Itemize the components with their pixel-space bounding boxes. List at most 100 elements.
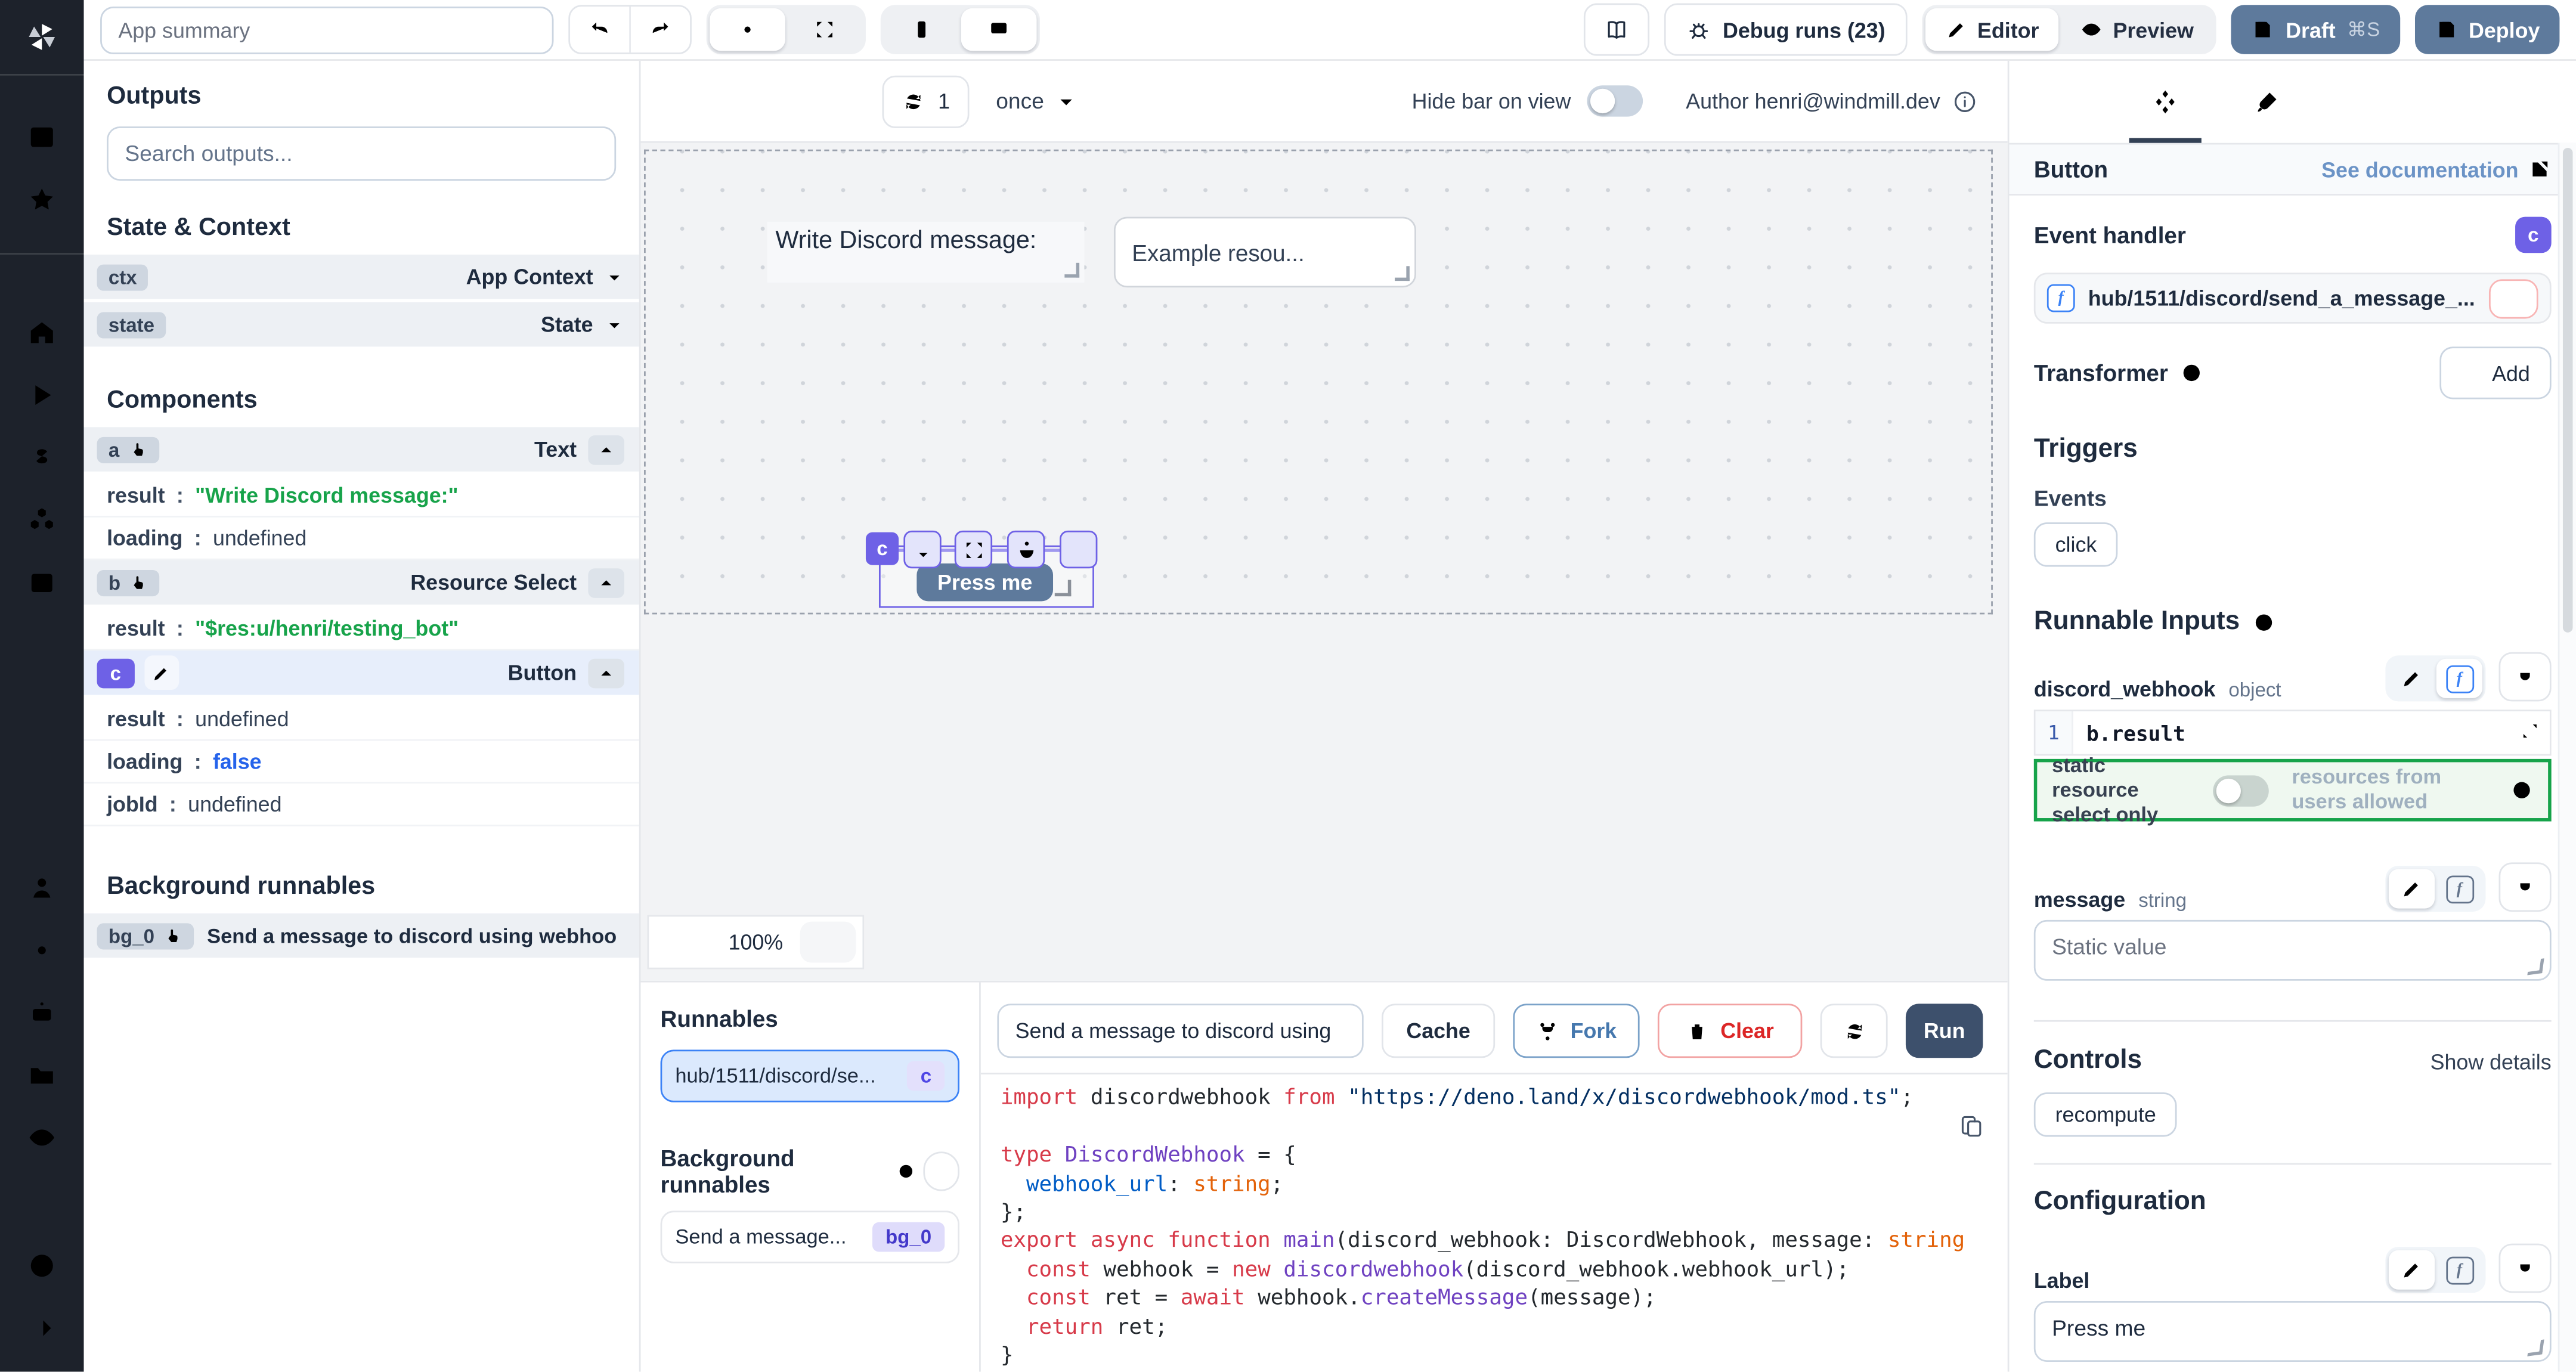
mobile-icon[interactable] [884, 8, 959, 51]
fullscreen-expand-icon[interactable] [955, 531, 992, 568]
app-summary-input[interactable] [100, 6, 553, 54]
deploy-button[interactable]: Deploy [2414, 5, 2559, 54]
component-prop-row: jobId:undefined [84, 783, 639, 826]
label-value-input[interactable]: Press me [2034, 1301, 2552, 1362]
connect-plug-icon[interactable] [2499, 1244, 2552, 1293]
clear-x-icon[interactable] [1375, 241, 1398, 264]
bounded-view-icon[interactable] [710, 8, 785, 51]
refresh-count-button[interactable]: 1 [882, 75, 970, 127]
app-canvas[interactable]: Write Discord message: Example resou... … [640, 143, 2007, 981]
tab-insert-component[interactable] [2030, 61, 2096, 143]
resource-select-component[interactable]: Example resou... [1114, 217, 1416, 287]
zoom-out-button[interactable] [649, 917, 711, 968]
users-icon[interactable] [0, 856, 84, 918]
script-name-input[interactable] [997, 1004, 1363, 1058]
tab-preview[interactable]: Preview [2060, 8, 2213, 51]
info-icon[interactable] [1952, 88, 1978, 114]
add-transformer-button[interactable]: Add [2439, 346, 2552, 399]
state-context-row[interactable]: ctxApp Context [84, 255, 639, 299]
folders-icon[interactable] [0, 1043, 84, 1105]
hide-bar-toggle[interactable] [1587, 85, 1643, 116]
background-runnable-item[interactable]: Send a message... bg_0 [661, 1211, 959, 1263]
search-outputs-input[interactable] [107, 126, 616, 181]
help-icon[interactable] [0, 1234, 84, 1297]
fork-button[interactable]: Fork [1513, 1004, 1639, 1058]
draft-button[interactable]: Draft⌘S [2231, 5, 2399, 54]
expand-editor-icon[interactable] [2520, 720, 2540, 745]
static-pencil-icon[interactable] [2389, 659, 2435, 698]
event-handler-runnable[interactable]: f hub/1511/discord/send_a_message_... [2034, 272, 2552, 323]
resources-cubes-icon[interactable] [0, 488, 84, 550]
undo-redo-group [568, 5, 692, 54]
component-row-b[interactable]: b Resource Select [84, 560, 639, 604]
debug-runs-button[interactable]: Debug runs (23) [1664, 4, 1907, 56]
collapse-chevron-icon[interactable] [588, 435, 624, 464]
fullscreen-icon[interactable] [787, 8, 863, 51]
info-icon[interactable] [2253, 611, 2276, 634]
code-editor[interactable]: import discordwebhook from "https://deno… [981, 1073, 2008, 1372]
connect-plug-icon[interactable] [2499, 862, 2552, 912]
resize-handle-icon[interactable] [1055, 580, 1072, 597]
component-row-c[interactable]: cButton [84, 651, 639, 695]
move-icon[interactable] [1060, 531, 1097, 568]
add-background-runnable-button[interactable] [923, 1152, 959, 1191]
schedules-calendar-icon[interactable] [0, 550, 84, 613]
show-details-link[interactable]: Show details [2431, 1049, 2552, 1073]
component-row-a[interactable]: a Text [84, 427, 639, 471]
variables-dollar-icon[interactable] [0, 426, 84, 488]
text-component[interactable]: Write Discord message: [767, 222, 1085, 283]
zoom-in-button[interactable] [800, 922, 856, 963]
tab-styling[interactable] [2234, 61, 2300, 143]
resize-handle-icon[interactable] [1064, 263, 1079, 278]
background-runnable-row[interactable]: bg_0 Send a message to discord using web… [84, 913, 639, 958]
docs-book-button[interactable] [1583, 4, 1649, 56]
redo-button[interactable] [629, 7, 690, 52]
home-icon[interactable] [0, 301, 84, 363]
collapse-chevron-icon[interactable] [588, 568, 624, 597]
pencil-icon[interactable] [144, 655, 179, 690]
expand-down-icon[interactable] [903, 531, 941, 568]
info-icon[interactable] [2179, 361, 2203, 385]
static-pencil-icon[interactable] [2389, 869, 2435, 908]
cache-button[interactable]: Cache [1382, 1004, 1495, 1058]
static-resource-toggle[interactable] [2213, 775, 2269, 806]
favorites-star-icon[interactable] [0, 168, 84, 230]
event-chip-click[interactable]: click [2034, 522, 2118, 566]
settings-gear-icon[interactable] [0, 918, 84, 981]
windmill-logo[interactable] [26, 0, 57, 74]
runnable-item-selected[interactable]: hub/1511/discord/se... c [661, 1050, 959, 1102]
more-menu-kebab-icon[interactable] [1538, 15, 1568, 45]
expand-sidebar-arrow-icon[interactable] [0, 1297, 84, 1359]
eval-function-icon[interactable]: f [2436, 659, 2482, 698]
undo-button[interactable] [570, 7, 629, 52]
static-pencil-icon[interactable] [2389, 1250, 2435, 1290]
tab-component-settings[interactable] [2132, 61, 2198, 143]
message-static-value-input[interactable] [2034, 920, 2552, 981]
tab-editor[interactable]: Editor [1925, 8, 2059, 51]
runs-play-icon[interactable] [0, 363, 84, 426]
connect-plug-icon[interactable] [2499, 652, 2552, 702]
scrollbar[interactable] [2558, 143, 2576, 1372]
info-icon[interactable] [2510, 779, 2534, 802]
workspace-icon[interactable] [0, 105, 84, 168]
copy-code-icon[interactable] [1958, 1114, 1984, 1141]
desktop-icon[interactable] [961, 8, 1037, 51]
collapse-chevron-icon[interactable] [588, 658, 624, 687]
button-component[interactable]: Press me [917, 563, 1053, 601]
eval-function-icon[interactable]: f [2436, 1250, 2482, 1290]
eval-function-icon[interactable]: f [2436, 869, 2482, 908]
expression-editor[interactable]: 1 b.result [2034, 710, 2552, 755]
see-documentation-link[interactable]: See documentation [2321, 157, 2551, 181]
audit-logs-eye-icon[interactable] [0, 1105, 84, 1168]
clear-button[interactable]: Clear [1658, 1004, 1802, 1058]
refresh-button[interactable] [1820, 1004, 1888, 1058]
refresh-mode-dropdown[interactable]: once [996, 89, 1077, 113]
recompute-chip[interactable]: recompute [2034, 1092, 2178, 1136]
anchor-icon[interactable] [1007, 531, 1045, 568]
resize-handle-icon[interactable] [1395, 266, 1410, 281]
run-button[interactable]: Run [1906, 1004, 1983, 1058]
workers-robot-icon[interactable] [0, 981, 84, 1043]
remove-runnable-button[interactable] [2489, 278, 2538, 318]
state-context-row[interactable]: stateState [84, 302, 639, 346]
scrollbar-thumb[interactable] [2562, 148, 2572, 633]
